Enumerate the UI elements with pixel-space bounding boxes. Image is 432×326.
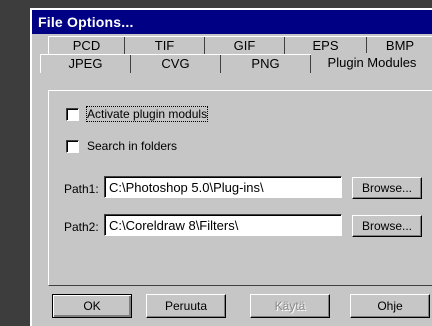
search-folders-option[interactable]: Search in folders (66, 138, 177, 154)
search-folders-label: Search in folders (87, 139, 178, 153)
cancel-button[interactable]: Peruuta (146, 294, 226, 318)
browse-path1-button[interactable]: Browse... (352, 177, 422, 199)
browse-path2-button[interactable]: Browse... (352, 215, 422, 237)
path1-label: Path1: (64, 182, 99, 196)
ok-button[interactable]: OK (52, 294, 132, 318)
activate-plugin-label: Activate plugin moduls (85, 106, 209, 122)
tab-jpeg[interactable]: JPEG (41, 55, 131, 73)
tab-tif[interactable]: TIF (125, 37, 205, 55)
activate-plugin-checkbox[interactable] (66, 107, 79, 121)
tab-png[interactable]: PNG (221, 55, 311, 73)
path1-input[interactable]: C:\Photoshop 5.0\Plug-ins\ (104, 176, 342, 198)
tab-cvg[interactable]: CVG (131, 55, 221, 73)
path2-label: Path2: (64, 220, 99, 234)
dialog-title: File Options... (32, 10, 432, 34)
tab-plugin-modules[interactable]: Plugin Modules (311, 53, 432, 75)
path2-input[interactable]: C:\Coreldraw 8\Filters\ (104, 214, 342, 236)
tab-pcd[interactable]: PCD (49, 37, 125, 55)
activate-plugin-option[interactable]: Activate plugin moduls (66, 106, 209, 122)
tab-row-2: JPEG CVG PNG Plugin Modules (40, 53, 432, 75)
file-options-dialog: File Options... PCD TIF GIF EPS BMP JPEG… (30, 8, 432, 326)
tab-gif[interactable]: GIF (205, 37, 285, 55)
apply-button[interactable]: Käytä (250, 294, 330, 318)
help-button[interactable]: Ohje (350, 294, 430, 318)
search-folders-checkbox[interactable] (66, 139, 79, 153)
